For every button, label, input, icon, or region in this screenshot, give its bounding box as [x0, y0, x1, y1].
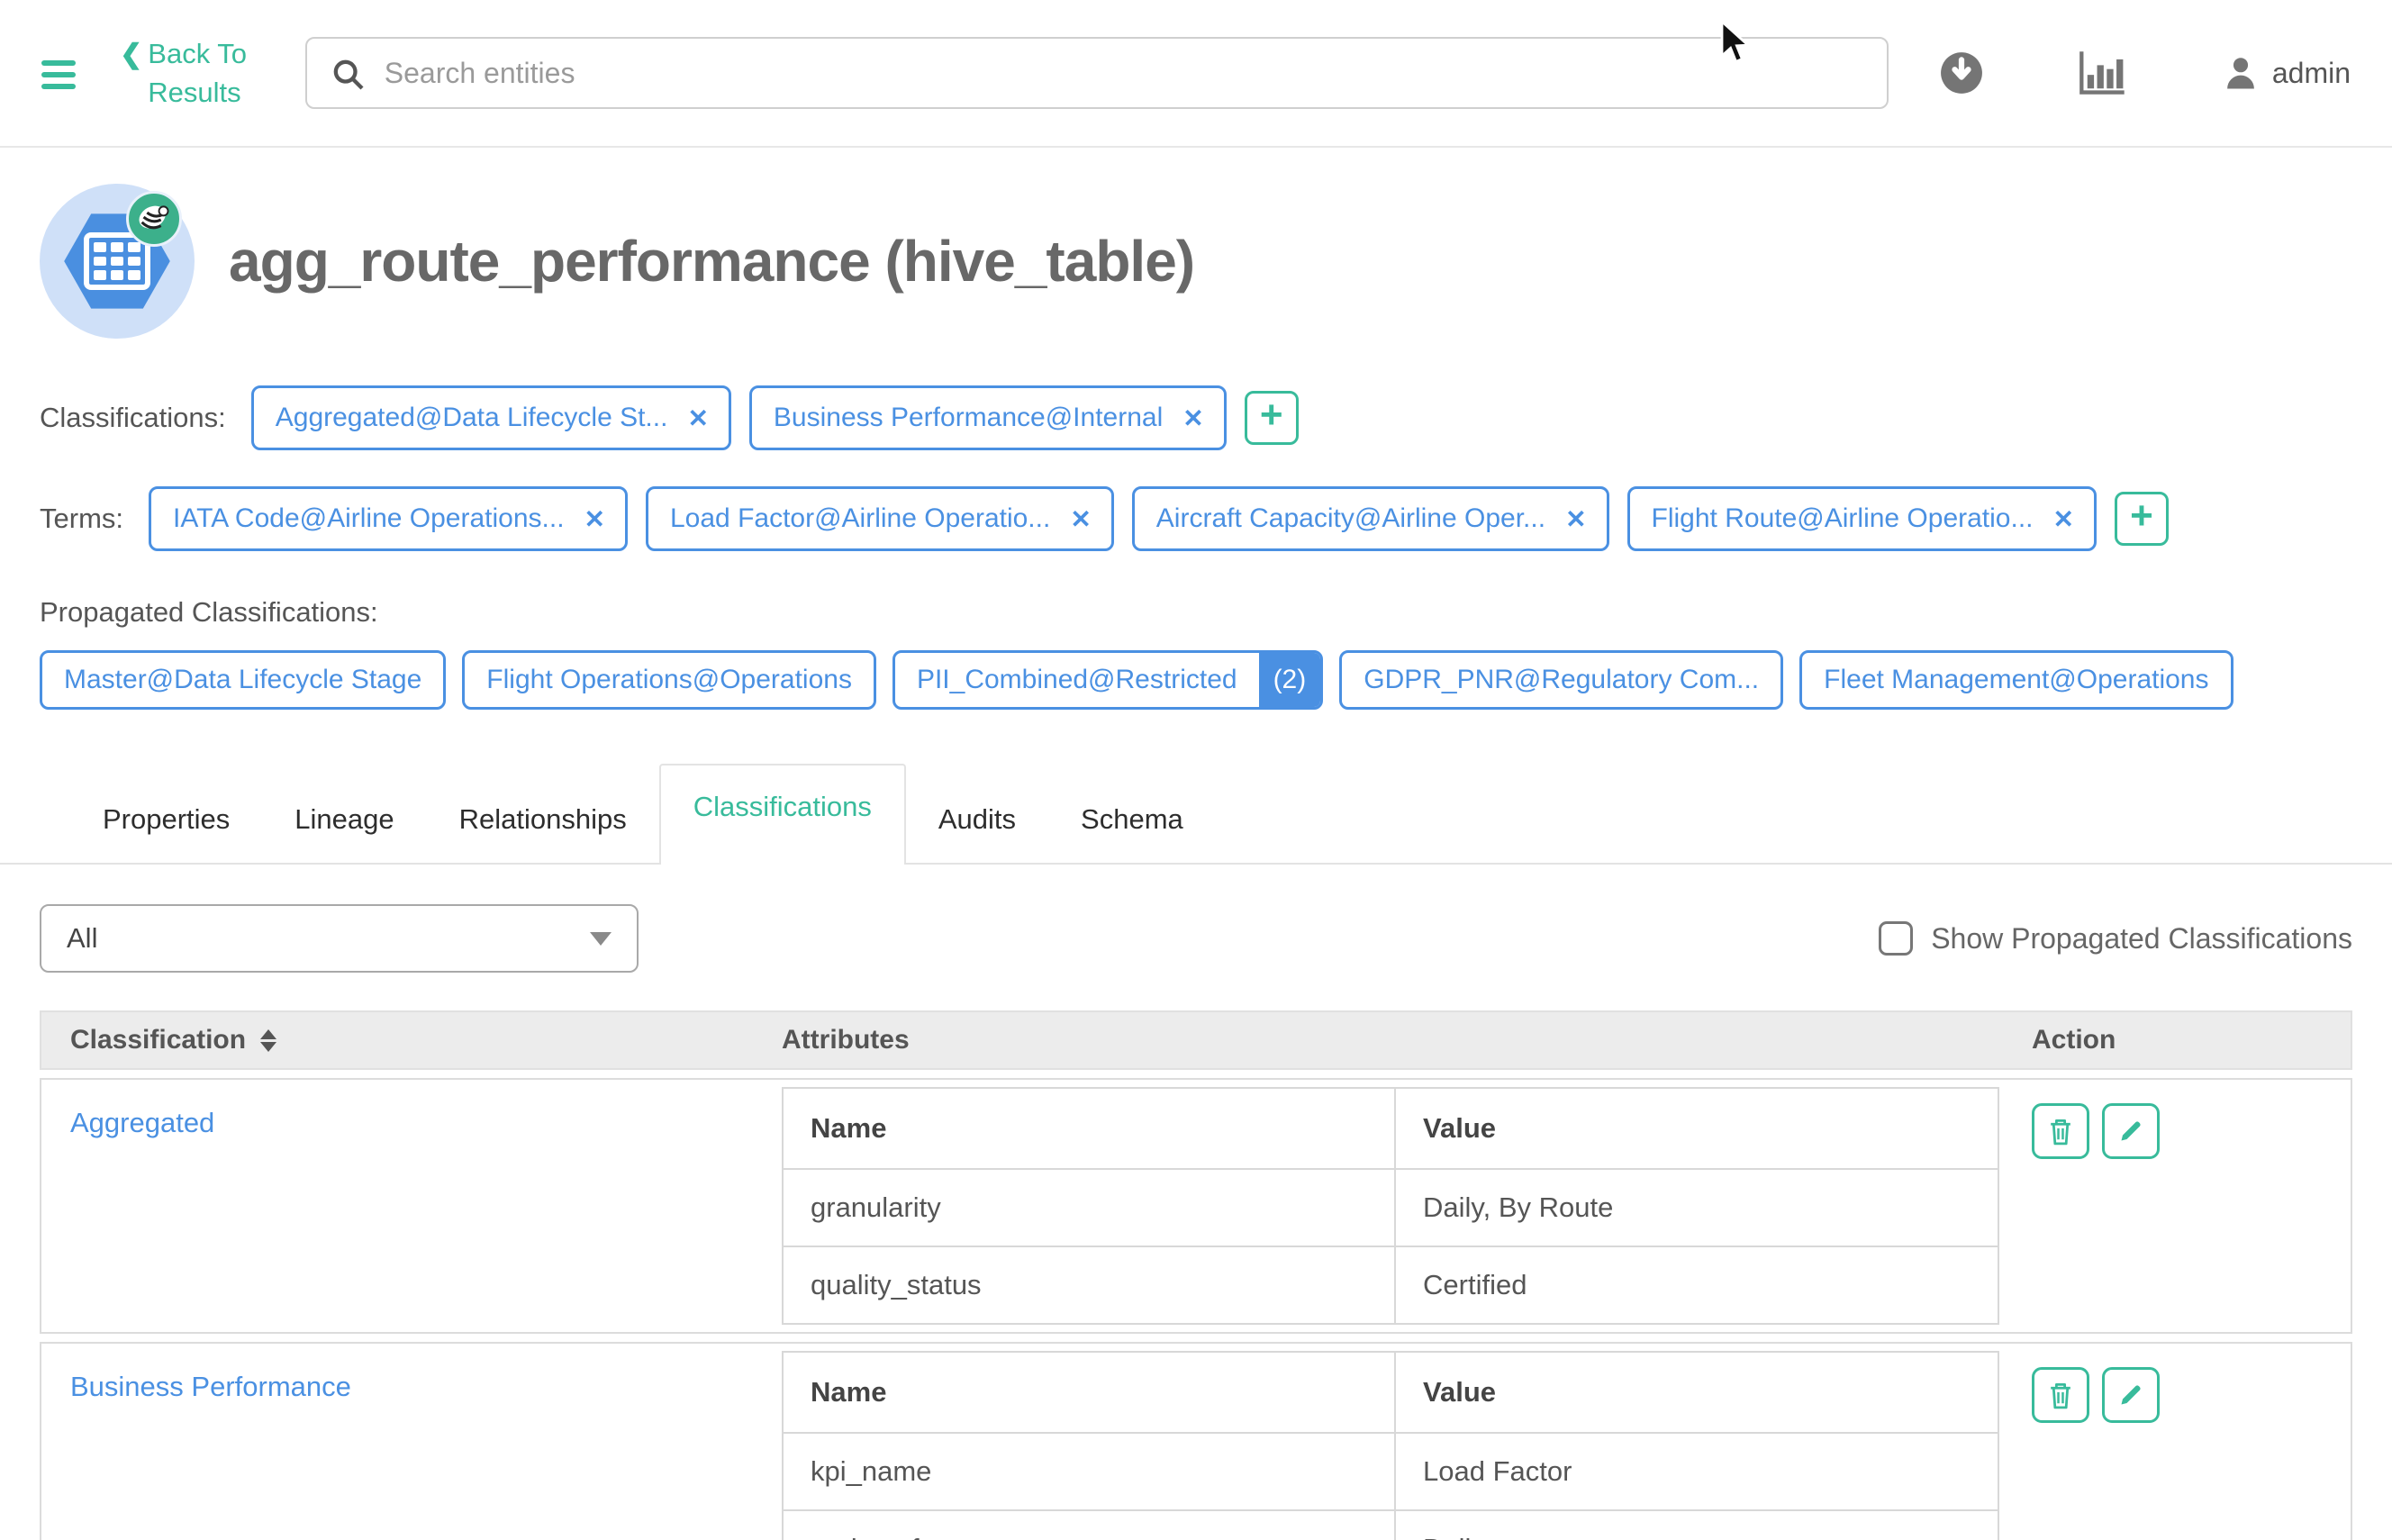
tab-schema[interactable]: Schema: [1048, 778, 1216, 863]
attr-name-header: Name: [784, 1353, 1396, 1432]
propagated-classification-chip[interactable]: GDPR_PNR@Regulatory Com...: [1339, 650, 1783, 710]
tab-audits[interactable]: Audits: [906, 778, 1048, 863]
remove-classification-icon[interactable]: ✕: [1173, 403, 1223, 433]
classification-filter-select[interactable]: All: [40, 904, 639, 973]
show-propagated-checkbox[interactable]: [1879, 921, 1913, 956]
terms-label: Terms:: [40, 503, 123, 535]
statistics-bar-chart-icon[interactable]: [2078, 50, 2128, 96]
classifications-table: Classification Attributes Action Aggrega…: [40, 1010, 2352, 1540]
search-input[interactable]: [305, 37, 1889, 109]
entity-type-icon: [40, 184, 195, 339]
attr-value: Certified: [1396, 1247, 1998, 1323]
term-chip[interactable]: Aircraft Capacity@Airline Oper... ✕: [1132, 486, 1609, 551]
propagated-classification-chip[interactable]: PII_Combined@Restricted (2): [892, 650, 1323, 710]
trash-icon: [2046, 1380, 2075, 1410]
attr-name: granularity: [784, 1170, 1396, 1246]
chip-label: Load Factor@Airline Operatio...: [648, 503, 1061, 534]
propagated-classification-chip[interactable]: Flight Operations@Operations: [462, 650, 876, 710]
chip-label: IATA Code@Airline Operations...: [151, 503, 575, 534]
classification-chip[interactable]: Aggregated@Data Lifecycle St... ✕: [251, 385, 731, 450]
back-to-results-label: Back To Results: [148, 34, 254, 113]
hive-logo-badge: [126, 191, 182, 247]
attr-value: Daily, By Route: [1396, 1170, 1998, 1246]
term-chip[interactable]: Load Factor@Airline Operatio... ✕: [646, 486, 1114, 551]
chip-label: Master@Data Lifecycle Stage: [42, 665, 443, 695]
pencil-icon: [2117, 1381, 2144, 1409]
pencil-icon: [2117, 1118, 2144, 1145]
chip-label: PII_Combined@Restricted: [895, 665, 1259, 695]
attributes-column-header: Attributes: [782, 1025, 1999, 1055]
term-chip[interactable]: Flight Route@Airline Operatio... ✕: [1627, 486, 2097, 551]
table-row: Aggregated Name Value granularity Daily,…: [40, 1078, 2352, 1334]
chip-label: Flight Operations@Operations: [465, 665, 874, 695]
remove-term-icon[interactable]: ✕: [1061, 504, 1110, 534]
attr-name-header: Name: [784, 1089, 1396, 1168]
mouse-cursor: [1718, 20, 1758, 67]
chip-label: Flight Route@Airline Operatio...: [1630, 503, 2044, 534]
back-chevron-icon: ❮: [120, 36, 142, 113]
page-title: agg_route_performance (hive_table): [229, 228, 1194, 294]
attr-value-header: Value: [1396, 1353, 1998, 1432]
back-to-results-link[interactable]: ❮ Back To Results: [120, 34, 255, 113]
attr-name: update_frequency: [784, 1511, 1396, 1540]
tab-relationships[interactable]: Relationships: [427, 778, 659, 863]
tab-properties[interactable]: Properties: [70, 778, 262, 863]
edit-classification-button[interactable]: [2102, 1103, 2160, 1159]
show-propagated-label: Show Propagated Classifications: [1931, 922, 2352, 956]
tab-lineage[interactable]: Lineage: [262, 778, 426, 863]
remove-classification-icon[interactable]: ✕: [678, 403, 728, 433]
sort-icon[interactable]: [260, 1029, 276, 1052]
delete-classification-button[interactable]: [2032, 1103, 2089, 1159]
hamburger-menu-icon[interactable]: [41, 60, 78, 89]
search-icon: [331, 57, 367, 97]
entity-tabs: Properties Lineage Relationships Classif…: [0, 764, 2392, 865]
attr-name: quality_status: [784, 1247, 1396, 1323]
propagated-classification-chip[interactable]: Fleet Management@Operations: [1799, 650, 2233, 710]
chip-label: Fleet Management@Operations: [1802, 665, 2230, 695]
chip-label: GDPR_PNR@Regulatory Com...: [1342, 665, 1780, 695]
trash-icon: [2046, 1116, 2075, 1146]
chip-label: Aircraft Capacity@Airline Oper...: [1135, 503, 1556, 534]
classification-column-header: Classification: [70, 1025, 246, 1055]
propagated-classifications-label: Propagated Classifications:: [40, 596, 2352, 629]
term-chip[interactable]: IATA Code@Airline Operations... ✕: [149, 486, 628, 551]
classifications-label: Classifications:: [40, 402, 226, 434]
download-icon[interactable]: [1939, 50, 1984, 95]
attr-name: kpi_name: [784, 1434, 1396, 1509]
classification-chip[interactable]: Business Performance@Internal ✕: [749, 385, 1227, 450]
attr-value: Daily: [1396, 1511, 1998, 1540]
remove-term-icon[interactable]: ✕: [1556, 504, 1606, 534]
attr-value: Load Factor: [1396, 1434, 1998, 1509]
chip-label: Aggregated@Data Lifecycle St...: [254, 403, 679, 433]
remove-term-icon[interactable]: ✕: [2044, 504, 2094, 534]
action-column-header: Action: [1999, 1025, 2351, 1055]
propagation-count-badge: (2): [1259, 653, 1321, 707]
tab-classifications[interactable]: Classifications: [659, 764, 906, 865]
dropdown-caret-icon: [590, 932, 612, 946]
table-row: Business Performance Name Value kpi_name…: [40, 1342, 2352, 1540]
username-label: admin: [2272, 57, 2351, 90]
classification-link[interactable]: Business Performance: [70, 1371, 351, 1402]
edit-classification-button[interactable]: [2102, 1367, 2160, 1423]
attr-value-header: Value: [1396, 1089, 1998, 1168]
top-navbar: ❮ Back To Results: [0, 0, 2392, 148]
user-menu[interactable]: admin: [2222, 54, 2351, 92]
remove-term-icon[interactable]: ✕: [575, 504, 625, 534]
filter-selected-value: All: [67, 922, 97, 955]
classification-link[interactable]: Aggregated: [70, 1107, 214, 1138]
add-classification-button[interactable]: +: [1245, 391, 1299, 445]
propagated-classification-chip[interactable]: Master@Data Lifecycle Stage: [40, 650, 446, 710]
chip-label: Business Performance@Internal: [752, 403, 1173, 433]
user-icon: [2222, 54, 2260, 92]
delete-classification-button[interactable]: [2032, 1367, 2089, 1423]
add-term-button[interactable]: +: [2115, 492, 2169, 546]
